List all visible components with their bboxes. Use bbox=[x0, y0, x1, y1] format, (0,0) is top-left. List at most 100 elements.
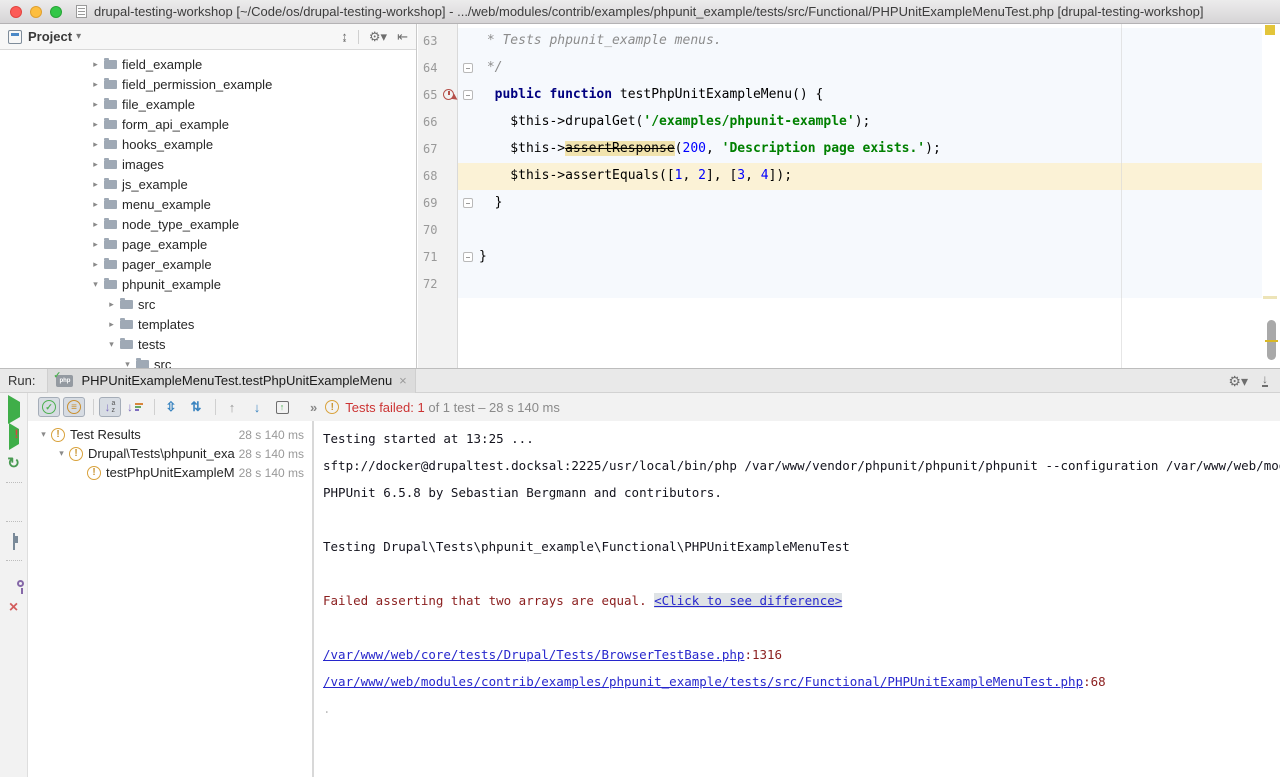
rerun-button[interactable] bbox=[4, 399, 24, 419]
show-passed-button[interactable]: ✓ bbox=[38, 397, 60, 417]
project-tree-item-pager_example[interactable]: ▸pager_example bbox=[0, 254, 416, 274]
pin-tab-button[interactable] bbox=[4, 570, 24, 590]
more-actions-icon[interactable]: » bbox=[310, 400, 317, 415]
code-line-63[interactable]: 63 * Tests phpunit_example menus. bbox=[418, 28, 1262, 55]
locate-file-icon[interactable]: ↨ bbox=[341, 30, 348, 43]
line-number: 65 bbox=[418, 82, 458, 109]
chevron-right-icon[interactable]: ▸ bbox=[106, 299, 117, 310]
code-token: ); bbox=[925, 141, 941, 156]
project-tree-item-phpunit_example[interactable]: ▾phpunit_example bbox=[0, 274, 416, 294]
code-line-71[interactable]: 71} bbox=[418, 244, 1262, 271]
code-editor[interactable]: 63 * Tests phpunit_example menus.64 */65… bbox=[418, 24, 1280, 368]
rerun-failed-test-icon[interactable] bbox=[443, 89, 454, 100]
chevron-right-icon[interactable]: ▸ bbox=[90, 99, 101, 110]
fold-marker-icon[interactable] bbox=[463, 252, 473, 262]
hide-panel-icon[interactable]: ⇤ bbox=[397, 30, 408, 43]
console-hyperlink[interactable]: /var/www/web/core/tests/Drupal/Tests/Bro… bbox=[323, 647, 744, 662]
show-ignored-button[interactable]: ≡ bbox=[63, 397, 85, 417]
chevron-right-icon[interactable]: ▸ bbox=[90, 219, 101, 230]
project-tree-item-file_example[interactable]: ▸file_example bbox=[0, 94, 416, 114]
project-tree-item-tests[interactable]: ▾tests bbox=[0, 334, 416, 354]
project-tree-item-form_api_example[interactable]: ▸form_api_example bbox=[0, 114, 416, 134]
check-circle-icon: ✓ bbox=[42, 400, 56, 414]
console-hyperlink[interactable]: /var/www/web/modules/contrib/examples/ph… bbox=[323, 674, 1083, 689]
next-failed-test-button[interactable]: ↓ bbox=[246, 397, 268, 417]
chevron-down-icon[interactable]: ▾ bbox=[90, 279, 101, 290]
previous-failed-test-button[interactable]: ↑ bbox=[221, 397, 243, 417]
restore-layout-icon bbox=[13, 533, 15, 550]
chevron-right-icon[interactable]: ▸ bbox=[90, 119, 101, 130]
sort-by-duration-button[interactable]: ↓ bbox=[124, 397, 146, 417]
project-panel-title[interactable]: Project bbox=[28, 29, 72, 44]
code-line-70[interactable]: 70 bbox=[418, 217, 1262, 244]
chevron-down-icon[interactable]: ▾ bbox=[56, 448, 67, 459]
code-line-72[interactable]: 72 bbox=[418, 271, 1262, 298]
code-line-69[interactable]: 69 } bbox=[418, 190, 1262, 217]
folder-icon bbox=[120, 320, 133, 329]
chevron-right-icon[interactable]: ▸ bbox=[106, 319, 117, 330]
project-tree-item-hooks_example[interactable]: ▸hooks_example bbox=[0, 134, 416, 154]
folder-icon bbox=[104, 200, 117, 209]
chevron-right-icon[interactable]: ▸ bbox=[90, 179, 101, 190]
chevron-right-icon[interactable]: ▸ bbox=[90, 259, 101, 270]
fold-marker-icon[interactable] bbox=[463, 63, 473, 73]
error-stripe-warning-marker[interactable] bbox=[1265, 25, 1275, 35]
close-tab-icon[interactable]: × bbox=[399, 373, 407, 388]
console-line: PHPUnit 6.5.8 by Sebastian Bergmann and … bbox=[323, 479, 1280, 506]
project-tree-item-field_permission_example[interactable]: ▸field_permission_example bbox=[0, 74, 416, 94]
test-tree-row[interactable]: !testPhpUnitExampleMe28 s 140 ms bbox=[28, 463, 312, 482]
editor-scrollbar-thumb[interactable] bbox=[1267, 320, 1276, 360]
minimize-window-button[interactable] bbox=[30, 6, 42, 18]
code-text: } bbox=[479, 190, 1262, 217]
chevron-right-icon[interactable]: ▸ bbox=[90, 159, 101, 170]
test-tree-row[interactable]: ▾!Drupal\Tests\phpunit_exa28 s 140 ms bbox=[28, 444, 312, 463]
project-tree-item-js_example[interactable]: ▸js_example bbox=[0, 174, 416, 194]
project-tree-item-page_example[interactable]: ▸page_example bbox=[0, 234, 416, 254]
hide-run-panel-icon[interactable]: ↓ bbox=[1262, 374, 1268, 387]
test-tree-row[interactable]: ▾!Test Results28 s 140 ms bbox=[28, 425, 312, 444]
close-window-button[interactable] bbox=[10, 6, 22, 18]
code-line-67[interactable]: 67 $this->assertResponse(200, 'Descripti… bbox=[418, 136, 1262, 163]
code-line-68[interactable]: 68 $this->assertEquals([1, 2], [3, 4]); bbox=[418, 163, 1262, 190]
project-tree-item-field_example[interactable]: ▸field_example bbox=[0, 54, 416, 74]
collapse-all-button[interactable]: ⇅ bbox=[185, 397, 207, 417]
chevron-down-icon[interactable]: ▾ bbox=[106, 339, 117, 350]
chevron-right-icon[interactable]: ▸ bbox=[90, 79, 101, 90]
fold-gutter bbox=[458, 28, 479, 55]
project-tree-item-images[interactable]: ▸images bbox=[0, 154, 416, 174]
warning-stripe-tick[interactable] bbox=[1263, 296, 1277, 299]
fold-marker-icon[interactable] bbox=[463, 90, 473, 100]
project-tree-item-src[interactable]: ▾src bbox=[0, 354, 416, 368]
settings-icon[interactable]: ⚙▾ bbox=[369, 30, 387, 43]
zoom-window-button[interactable] bbox=[50, 6, 62, 18]
test-console-output[interactable]: Testing started at 13:25 ...sftp://docke… bbox=[314, 421, 1280, 777]
chevron-right-icon[interactable]: ▸ bbox=[90, 239, 101, 250]
project-tree-item-menu_example[interactable]: ▸menu_example bbox=[0, 194, 416, 214]
rerun-failed-tests-button[interactable]: ! bbox=[4, 426, 24, 446]
close-button[interactable]: × bbox=[4, 597, 24, 617]
chevron-down-icon[interactable]: ▾ bbox=[122, 359, 133, 369]
console-hyperlink[interactable]: <Click to see difference> bbox=[654, 593, 842, 608]
sort-duration-icon: ↓ bbox=[127, 400, 143, 414]
chevron-right-icon[interactable]: ▸ bbox=[90, 199, 101, 210]
chevron-down-icon[interactable]: ▾ bbox=[38, 429, 49, 440]
chevron-right-icon[interactable]: ▸ bbox=[90, 59, 101, 70]
code-token: ( bbox=[675, 141, 683, 156]
toggle-auto-test-button[interactable]: ↻ bbox=[4, 453, 24, 473]
sort-alphabetically-button[interactable]: ↓az bbox=[99, 397, 121, 417]
code-line-65[interactable]: 65 public function testPhpUnitExampleMen… bbox=[418, 82, 1262, 109]
chevron-right-icon[interactable]: ▸ bbox=[90, 139, 101, 150]
run-configuration-tab[interactable]: php✓ PHPUnitExampleMenuTest.testPhpUnitE… bbox=[47, 369, 415, 393]
project-tree-item-templates[interactable]: ▸templates bbox=[0, 314, 416, 334]
code-line-66[interactable]: 66 $this->drupalGet('/examples/phpunit-e… bbox=[418, 109, 1262, 136]
project-tree-item-src[interactable]: ▸src bbox=[0, 294, 416, 314]
restore-layout-button[interactable] bbox=[4, 531, 24, 551]
code-line-64[interactable]: 64 */ bbox=[418, 55, 1262, 82]
project-tree-item-node_type_example[interactable]: ▸node_type_example bbox=[0, 214, 416, 234]
fold-marker-icon[interactable] bbox=[463, 198, 473, 208]
run-settings-icon[interactable]: ⚙▾ bbox=[1228, 374, 1248, 388]
test-history-button[interactable]: ↑ bbox=[271, 397, 293, 417]
sort-duration-icon: ↓ bbox=[127, 400, 143, 414]
chevron-down-icon[interactable]: ▾ bbox=[76, 31, 81, 42]
expand-all-button[interactable]: ⇳ bbox=[160, 397, 182, 417]
